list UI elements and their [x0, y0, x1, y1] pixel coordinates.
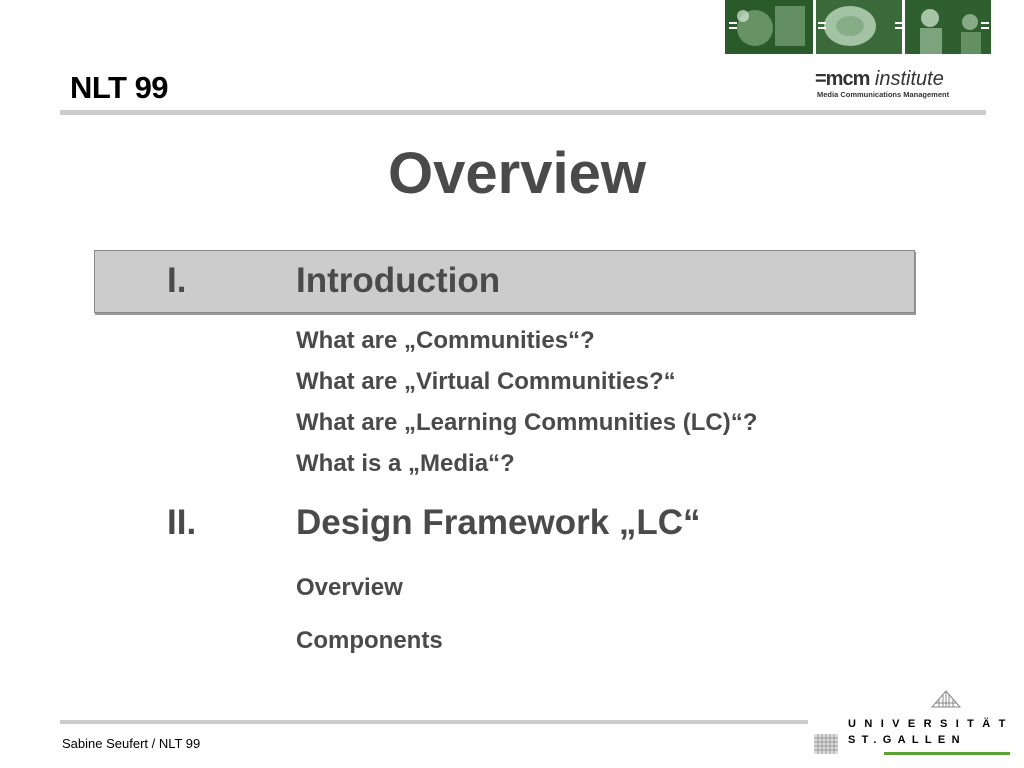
mcm-logo-italic: institute — [869, 68, 944, 90]
university-name: UNIVERSITÄT — [848, 718, 1014, 730]
section-title: Introduction — [296, 261, 501, 300]
photo-strip-graphic — [725, 0, 991, 54]
footer-author: Sabine Seufert / NLT 99 — [62, 736, 201, 751]
section-title: Design Framework „LC“ — [296, 503, 701, 542]
list-item: What are „Virtual Communities?“ — [296, 368, 676, 395]
header-divider — [60, 110, 986, 115]
university-building-icon — [930, 690, 962, 708]
conference-title: NLT 99 — [70, 70, 169, 105]
list-item: Overview — [296, 574, 403, 601]
footer-divider — [60, 720, 808, 724]
section-number: II. — [167, 503, 197, 542]
university-logo: UNIVERSITÄT ST.GALLEN — [812, 690, 1012, 760]
list-item: Components — [296, 627, 443, 654]
list-item: What is a „Media“? — [296, 450, 515, 477]
list-item: What are „Communities“? — [296, 327, 595, 354]
photo-strip-image — [725, 0, 991, 54]
university-grid-icon — [814, 734, 838, 754]
university-city: ST.GALLEN — [848, 734, 966, 746]
mcm-logo-subtitle: Media Communications Management — [817, 90, 950, 99]
section-highlight-box — [94, 250, 915, 313]
mcm-logo-bold: =mcm — [815, 68, 870, 90]
mcm-institute-logo: =mcm institute Media Communications Mana… — [815, 68, 955, 102]
university-accent-bar — [884, 752, 1010, 755]
section-number: I. — [167, 261, 187, 300]
list-item: What are „Learning Communities (LC)“? — [296, 409, 758, 436]
mcm-logo-name: =mcm institute — [815, 68, 944, 91]
slide-title: Overview — [388, 141, 646, 206]
